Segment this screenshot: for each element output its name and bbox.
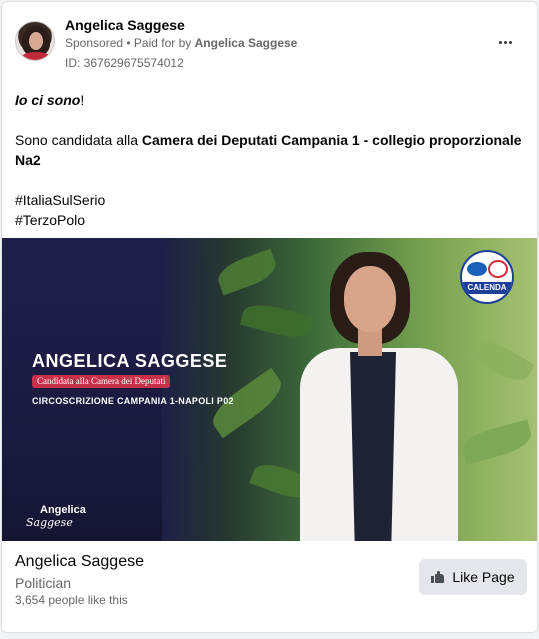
post-text: Io ci sono! Sono candidata alla Camera d… [15, 90, 530, 230]
author-name[interactable]: Angelica Saggese [65, 17, 185, 33]
creative-district: CIRCOSCRIZIONE CAMPANIA 1-NAPOLI P02 [32, 396, 234, 406]
text-line-1: Io ci sono! [15, 92, 85, 108]
author-avatar[interactable] [15, 21, 55, 61]
signature-name: Angelica [40, 504, 86, 516]
logo-text: CALENDA [462, 282, 512, 294]
thumbs-up-icon [431, 571, 445, 583]
separator: • [123, 36, 134, 50]
paid-for-prefix: Paid for by [133, 36, 195, 50]
party-logo: CALENDA [460, 250, 514, 304]
more-horizontal-icon [498, 40, 502, 44]
creative-headline: ANGELICA SAGGESE [32, 351, 228, 371]
paid-for-name: Angelica Saggese [194, 36, 298, 50]
creative-subtitle: Candidata alla Camera dei Deputati [32, 375, 171, 388]
page-footer: Angelica Saggese Politician 3,654 people… [2, 541, 537, 632]
hashtag-italia-sul-serio[interactable]: #ItaliaSulSerio [15, 190, 530, 210]
ad-creative-image[interactable]: ANGELICA SAGGESE Candidata alla Camera d… [2, 238, 537, 541]
ad-card: Angelica Saggese Sponsored • Paid for by… [1, 1, 538, 633]
ad-id: ID: 367629675574012 [65, 56, 184, 70]
hashtag-terzo-polo[interactable]: #TerzoPolo [15, 210, 530, 230]
footer-like-count: 3,654 people like this [15, 593, 128, 607]
post-header: Angelica Saggese Sponsored • Paid for by… [2, 2, 537, 76]
like-page-button[interactable]: Like Page [419, 559, 527, 595]
more-options-button[interactable] [493, 30, 517, 54]
text-italic: Io ci sono [15, 92, 81, 108]
footer-category: Politician [15, 575, 72, 591]
signature-script: Saggese [26, 516, 73, 529]
like-page-label: Like Page [452, 569, 515, 585]
candidate-photo [294, 252, 464, 541]
sponsored-label: Sponsored [65, 36, 124, 50]
text-line-2: Sono candidata alla Camera dei Deputati … [15, 132, 522, 168]
footer-page-name[interactable]: Angelica Saggese [15, 553, 144, 571]
sponsored-line: Sponsored • Paid for by Angelica Saggese [65, 36, 297, 50]
